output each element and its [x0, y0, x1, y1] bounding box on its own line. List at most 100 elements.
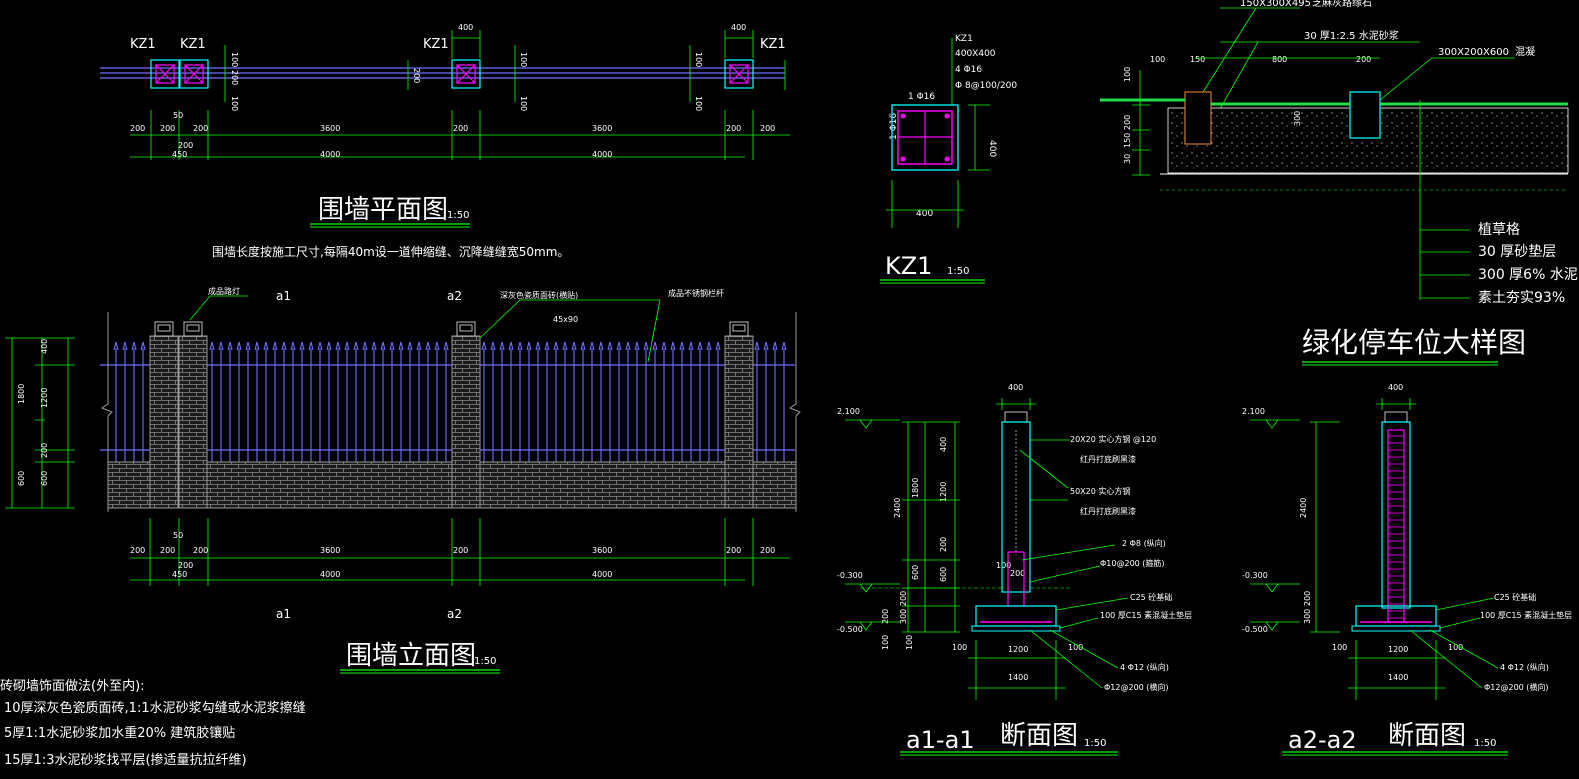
sec-a2-level: -0.500 [1242, 625, 1268, 634]
plan-dim-top: 400 [458, 23, 473, 32]
parking-dim: 100 [1150, 55, 1165, 64]
label-tile-size: 45x90 [553, 315, 578, 324]
sec-a1-dim: 1200 [939, 482, 948, 502]
elev-dim: 4000 [592, 570, 612, 579]
sec-a1-dim: 600 [939, 567, 948, 582]
sec-a1-callout: 20X20 实心方钢 @120 [1070, 434, 1156, 444]
parking-dim: 800 [1272, 55, 1287, 64]
sec-a2-dim: 300 [1303, 609, 1312, 624]
sec-a1-lamp [1004, 411, 1028, 423]
plan-dim-side: 200 [412, 68, 421, 83]
sec-a2-dim: 200 [1303, 591, 1312, 606]
kz1-title: KZ1 [885, 252, 932, 280]
section-a2: 400 2.100 -0.300 -0.500 2400 200 300 C25… [1242, 383, 1572, 756]
sec-a1-dim: 600 [911, 565, 920, 580]
sec-a1-bottom-dim: 1400 [1008, 673, 1028, 682]
plan-dim-side: 200 [230, 70, 239, 85]
cad-drawing-canvas: KZ1 KZ1 KZ1 KZ1 400 400 100 200 100 100 … [0, 0, 1579, 779]
plan-dim-side: 100 [519, 96, 528, 111]
plan-columns [150, 59, 754, 89]
sec-a2-bedding [1351, 625, 1441, 632]
elev-dim: 200 [193, 546, 208, 555]
sec-a2-rebar-cage [1387, 429, 1405, 623]
plan-dim-side: 100 [230, 52, 239, 67]
kz1-spec: 400X400 [955, 49, 996, 59]
sec-a1-dim: 100 [905, 635, 914, 650]
parking-label: 混凝 [1515, 46, 1535, 58]
sec-a2-level: 2.100 [1242, 407, 1265, 416]
plan-dim-side: 100 [694, 52, 703, 67]
sec-a1-level: -0.300 [837, 571, 863, 580]
elev-dim: 3600 [592, 546, 612, 555]
sec-a2-callout: 100 厚C15 素混凝土垫层 [1480, 610, 1572, 620]
plan-note: 围墙长度按施工尺寸,每隔40m设一道伸缩缝、沉降缝缝宽50mm。 [212, 244, 569, 259]
elev-dim: 50 [173, 531, 183, 540]
kz1-dims [886, 104, 990, 228]
plan-dim: 450 [172, 150, 187, 159]
plan-col-label: KZ1 [130, 37, 156, 52]
section-mark: a1 [276, 607, 291, 621]
elev-dim: 200 [130, 546, 145, 555]
kz1-spec: KZ1 [955, 34, 973, 44]
notes-line: 10厚深灰色瓷质面砖,1:1水泥砂浆勾缝或水泥浆擦缝 [4, 700, 306, 716]
notes-line: 15厚1:3水泥砂浆找平层(掺适量抗拉纤维) [4, 752, 247, 768]
plan-dim-top: 400 [731, 23, 746, 32]
notes-line: 5厚1:1水泥砂浆加水重20% 建筑胶镶贴 [4, 725, 235, 741]
parking-dim-side: 100 [1123, 67, 1132, 82]
sec-a1-dim: 300 [899, 609, 908, 624]
parking-dim: 150 [1190, 55, 1205, 64]
kz1-dim-h: 400 [987, 140, 997, 157]
sec-a2-dims [1310, 398, 1446, 700]
finish-notes: 砖砌墙饰面做法(外至内): 10厚深灰色瓷质面砖,1:1水泥砂浆勾缝或水泥浆擦缝… [0, 678, 306, 768]
sec-a1-bedding [971, 625, 1061, 632]
plan-dim: 200 [160, 124, 175, 133]
sec-a2-footing [1355, 605, 1437, 627]
sec-a1-title-code: a1-a1 [906, 726, 975, 754]
plan-col-label: KZ1 [760, 37, 786, 52]
sec-a1-bottom-dim: 1200 [1008, 645, 1028, 654]
label-lamp: 成品路灯 [208, 286, 240, 296]
plan-view: KZ1 KZ1 KZ1 KZ1 400 400 100 200 100 100 … [100, 23, 790, 259]
rail-pickets [113, 341, 787, 462]
sec-a1-callout: 100 厚C15 素混凝土垫层 [1100, 610, 1192, 620]
elevation-dimensions [5, 295, 790, 586]
kz1-spec: 4 Φ16 [955, 65, 982, 75]
pillar-lamps [154, 321, 749, 337]
curb-stone [1184, 91, 1212, 145]
parking-layer: 植草格 [1478, 222, 1520, 238]
sec-a2-stirrups [1388, 435, 1404, 619]
sec-a1-callout: 4 Φ12 (纵向) [1120, 662, 1169, 672]
sec-a1-dim: 100 [996, 561, 1011, 570]
elev-dim: 1800 [17, 384, 26, 404]
kz1-spec: Φ 8@100/200 [955, 81, 1017, 91]
plan-dimension-lines [130, 30, 790, 160]
sec-a1-top-dim: 400 [1008, 383, 1023, 392]
elevation-title: 围墙立面图 [346, 641, 476, 671]
sec-a1-callout: 50X20 实心方钢 [1070, 486, 1130, 496]
section-mark: a1 [276, 289, 291, 303]
plan-col-label: KZ1 [180, 37, 206, 52]
plan-dim-texts: 400 400 100 200 100 100 100 100 100 200 … [130, 23, 775, 159]
sec-a2-title-code: a2-a2 [1288, 726, 1357, 754]
sec-a1-dim: 100 [881, 635, 890, 650]
elevation-scale: 1:50 [474, 656, 496, 667]
plan-dim: 200 [726, 124, 741, 133]
notes-title: 砖砌墙饰面做法(外至内): [0, 678, 145, 694]
sec-a1-dims [902, 398, 1066, 700]
sec-a1-level: 2.100 [837, 407, 860, 416]
sec-a1-dim: 200 [899, 591, 908, 606]
plan-dim: 200 [453, 124, 468, 133]
parking-layer: 素土夯实93% [1478, 290, 1565, 306]
parking-dim-mid: 300 [1293, 111, 1302, 126]
sec-a2-bottom-dim: 100 [1332, 643, 1347, 652]
parking-label: 30 厚1:2.5 水泥砂浆 [1304, 29, 1399, 42]
sec-a2-callout: C25 砼基础 [1494, 592, 1536, 602]
elev-dim: 450 [172, 570, 187, 579]
grass-line [1100, 98, 1568, 106]
parking-label: 芝麻灰路缘石 [1312, 0, 1372, 9]
section-mark: a2 [447, 607, 462, 621]
sec-a1-footing [975, 605, 1057, 627]
elev-dim: 200 [40, 443, 49, 458]
plan-dim: 200 [178, 141, 193, 150]
sec-a2-level-marks [1250, 419, 1300, 631]
